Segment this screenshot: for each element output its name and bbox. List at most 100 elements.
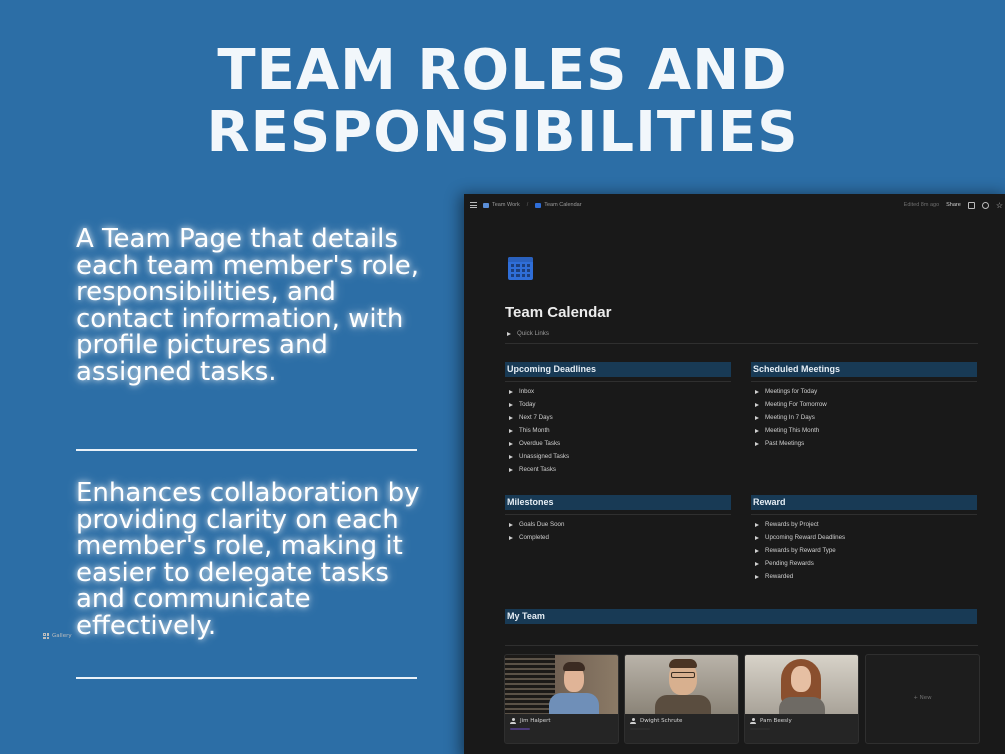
toggle-arrow-icon[interactable] <box>755 561 759 566</box>
toggle-arrow-icon[interactable] <box>507 331 511 336</box>
section-heading: Milestones <box>505 495 731 510</box>
member-tag <box>630 728 650 730</box>
toggle-arrow-icon[interactable] <box>509 454 513 459</box>
gallery-view-tab[interactable]: Gallery <box>43 633 72 639</box>
toggle-arrow-icon[interactable] <box>509 522 513 527</box>
toggle-item[interactable]: Recent Tasks <box>509 463 731 476</box>
toggle-item[interactable]: Today <box>509 398 731 411</box>
breadcrumb-team-work[interactable]: Team Work <box>492 202 520 208</box>
toggle-item[interactable]: Past Meetings <box>755 437 977 450</box>
divider <box>505 343 978 344</box>
comment-icon[interactable] <box>967 201 975 209</box>
toggle-arrow-icon[interactable] <box>509 467 513 472</box>
toggle-label: Meeting For Tomorrow <box>765 401 827 408</box>
gallery-label: Gallery <box>52 633 72 639</box>
description-paragraph-1: A Team Page that details each team membe… <box>76 224 419 387</box>
toggle-label: Today <box>519 401 536 408</box>
section-upcoming-deadlines: Upcoming Deadlines Inbox Today Next 7 Da… <box>505 362 731 476</box>
toggle-label: Meeting In 7 Days <box>765 414 815 421</box>
toggle-item[interactable]: Overdue Tasks <box>509 437 731 450</box>
toggle-label: Quick Links <box>517 330 549 337</box>
toggle-arrow-icon[interactable] <box>509 428 513 433</box>
menu-icon[interactable] <box>470 202 477 208</box>
toggle-arrow-icon[interactable] <box>509 402 513 407</box>
divider-line <box>76 677 417 679</box>
toggle-arrow-icon[interactable] <box>755 415 759 420</box>
toggle-item[interactable]: Meetings for Today <box>755 385 977 398</box>
toggle-label: Pending Rewards <box>765 560 814 567</box>
breadcrumb-team-calendar[interactable]: Team Calendar <box>544 202 581 208</box>
toggle-arrow-icon[interactable] <box>755 428 759 433</box>
star-icon[interactable]: ☆ <box>996 201 1003 209</box>
section-milestones: Milestones Goals Due Soon Completed <box>505 495 731 544</box>
share-button[interactable]: Share <box>946 202 961 208</box>
toggle-item[interactable]: Rewarded <box>755 570 977 583</box>
divider <box>505 645 978 646</box>
toggle-arrow-icon[interactable] <box>755 402 759 407</box>
toggle-quick-links[interactable]: Quick Links <box>507 327 549 340</box>
headline-line-1: TEAM ROLES AND <box>217 38 788 103</box>
divider-line <box>76 449 417 451</box>
toggle-item[interactable]: Next 7 Days <box>509 411 731 424</box>
member-tag <box>510 728 530 730</box>
toggle-arrow-icon[interactable] <box>509 535 513 540</box>
team-card-dwight[interactable]: Dwight Schrute <box>624 654 739 744</box>
toggle-item[interactable]: Upcoming Reward Deadlines <box>755 531 977 544</box>
toggle-arrow-icon[interactable] <box>509 441 513 446</box>
profile-photo <box>505 655 618 714</box>
toggle-arrow-icon[interactable] <box>755 441 759 446</box>
toggle-arrow-icon[interactable] <box>755 389 759 394</box>
toggle-label: Rewards by Project <box>765 521 819 528</box>
toggle-arrow-icon[interactable] <box>755 574 759 579</box>
toggle-arrow-icon[interactable] <box>509 389 513 394</box>
toggle-label: Completed <box>519 534 549 541</box>
headline-line-2: RESPONSIBILITIES <box>206 100 799 165</box>
toggle-label: This Month <box>519 427 550 434</box>
toggle-item[interactable]: Pending Rewards <box>755 557 977 570</box>
toggle-item[interactable]: Goals Due Soon <box>509 518 731 531</box>
toggle-label: Overdue Tasks <box>519 440 561 447</box>
toggle-label: Inbox <box>519 388 535 395</box>
description-paragraph-2: Enhances collaboration by providing clar… <box>76 478 420 641</box>
profile-photo <box>745 655 858 714</box>
person-icon <box>510 718 516 724</box>
toggle-label: Recent Tasks <box>519 466 557 473</box>
toggle-item[interactable]: Meeting In 7 Days <box>755 411 977 424</box>
toggle-label: Meetings for Today <box>765 388 818 395</box>
new-card-button[interactable]: + New <box>865 654 980 744</box>
toggle-item[interactable]: This Month <box>509 424 731 437</box>
section-heading: Scheduled Meetings <box>751 362 977 377</box>
toggle-arrow-icon[interactable] <box>755 535 759 540</box>
section-my-team: My Team <box>505 609 977 624</box>
headline: TEAM ROLES AND RESPONSIBILITIES <box>0 40 1005 164</box>
clock-icon[interactable] <box>981 201 989 209</box>
toggle-item[interactable]: Inbox <box>509 385 731 398</box>
breadcrumb-separator: / <box>526 202 529 208</box>
toggle-item[interactable]: Meeting This Month <box>755 424 977 437</box>
toggle-arrow-icon[interactable] <box>509 415 513 420</box>
toggle-arrow-icon[interactable] <box>755 522 759 527</box>
person-icon <box>630 718 636 724</box>
toggle-label: Past Meetings <box>765 440 805 447</box>
new-label: + New <box>913 695 932 701</box>
team-card-jim[interactable]: Jim Halpert <box>504 654 619 744</box>
toggle-arrow-icon[interactable] <box>755 548 759 553</box>
toggle-item[interactable]: Completed <box>509 531 731 544</box>
toggle-item[interactable]: Unassigned Tasks <box>509 450 731 463</box>
person-icon <box>750 718 756 724</box>
section-heading: Upcoming Deadlines <box>505 362 731 377</box>
toggle-item[interactable]: Rewards by Reward Type <box>755 544 977 557</box>
member-name: Pam Beesly <box>760 718 792 724</box>
toggle-item[interactable]: Rewards by Project <box>755 518 977 531</box>
toggle-label: Next 7 Days <box>519 414 553 421</box>
section-reward: Reward Rewards by Project Upcoming Rewar… <box>751 495 977 583</box>
toggle-item[interactable]: Meeting For Tomorrow <box>755 398 977 411</box>
section-scheduled-meetings: Scheduled Meetings Meetings for Today Me… <box>751 362 977 450</box>
calendar-icon <box>508 257 533 280</box>
profile-photo <box>625 655 738 714</box>
toggle-label: Rewards by Reward Type <box>765 547 836 554</box>
page-title: Team Calendar <box>505 304 612 321</box>
calendar-icon <box>535 202 542 208</box>
toggle-label: Goals Due Soon <box>519 521 565 528</box>
team-card-pam[interactable]: Pam Beesly <box>744 654 859 744</box>
